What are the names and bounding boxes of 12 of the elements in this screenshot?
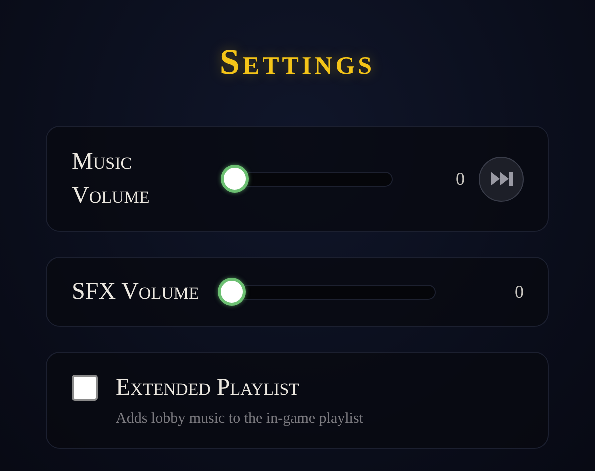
slider-thumb[interactable] bbox=[218, 278, 246, 306]
slider-label: SFX Volume bbox=[72, 278, 200, 307]
skip-button[interactable] bbox=[479, 156, 524, 202]
skip-forward-icon bbox=[490, 171, 514, 187]
checkbox[interactable] bbox=[72, 375, 98, 401]
slider-thumb[interactable] bbox=[221, 165, 249, 193]
slider-label: Music Volume bbox=[72, 148, 151, 211]
volume-value: 0 bbox=[455, 168, 465, 190]
volume-value: 0 bbox=[514, 282, 524, 302]
option-label: Extended Playlist bbox=[116, 374, 301, 403]
settings-title: Settings bbox=[220, 41, 376, 84]
option-description: Adds lobby music to the in-game playlist bbox=[116, 411, 364, 428]
